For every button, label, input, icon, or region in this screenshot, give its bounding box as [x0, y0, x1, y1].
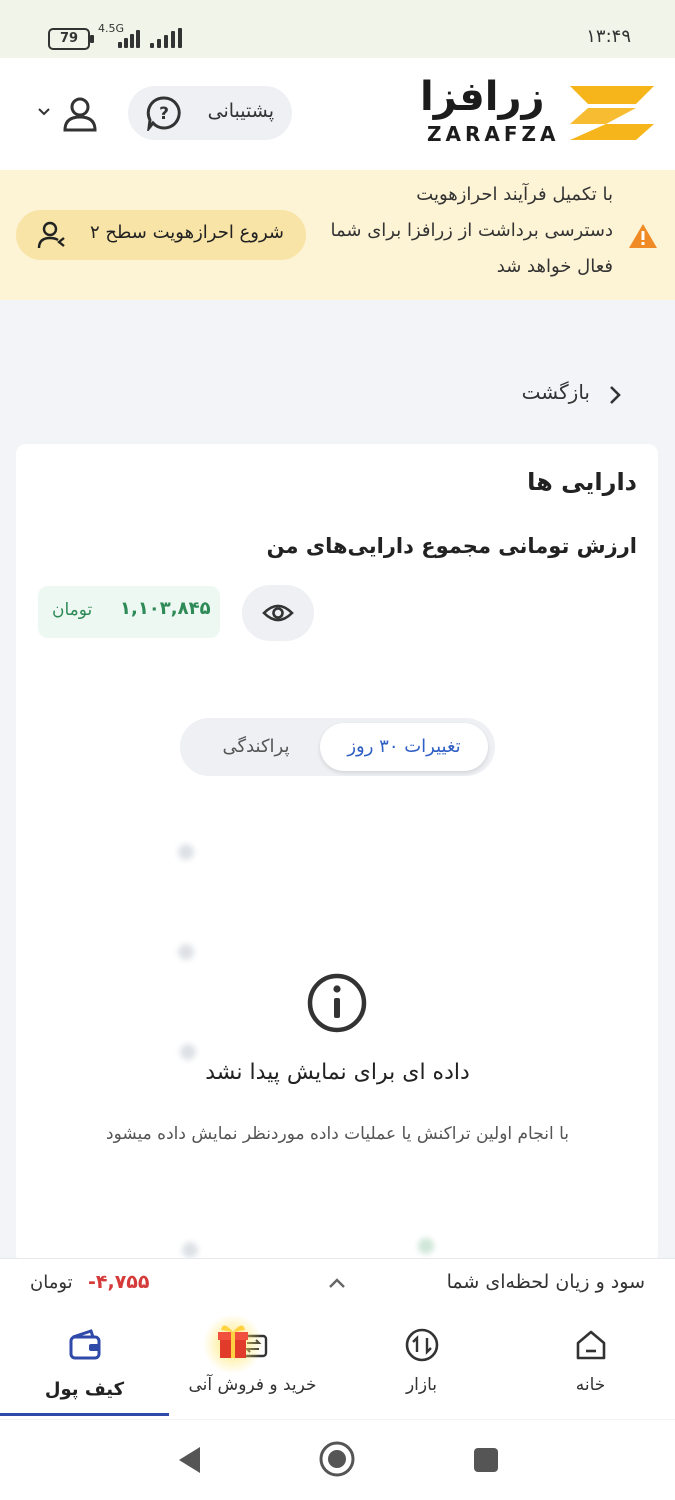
kyc-button-label: شروع احرازهویت سطح ۲ [90, 222, 284, 243]
exchange-icon [405, 1328, 438, 1362]
active-tab-indicator [0, 1413, 169, 1416]
system-home-icon[interactable] [318, 1440, 356, 1478]
nav-wallet[interactable]: کیف پول [0, 1309, 169, 1419]
amount-unit: تومان [52, 600, 93, 620]
eye-icon [262, 604, 294, 622]
pnl-summary-bar[interactable]: سود و زیان لحظه‌ای شما -۴,۷۵۵ تومان [0, 1258, 675, 1310]
nav-home[interactable]: خانه [506, 1309, 675, 1419]
back-button[interactable]: بازگشت [500, 372, 630, 416]
banner-text-line3: فعال خواهد شد [496, 256, 613, 277]
total-amount-badge: تومان ۱,۱۰۳,۸۴۵ [38, 586, 220, 638]
total-value-title: ارزش تومانی مجموع دارایی‌های من [266, 534, 637, 558]
start-kyc-level2-button[interactable]: شروع احرازهویت سطح ۲ [16, 210, 306, 260]
wallet-icon [69, 1329, 100, 1360]
placeholder-dot [180, 1044, 196, 1060]
battery-indicator: 79 [48, 28, 94, 50]
back-label: بازگشت [521, 380, 590, 404]
warning-icon [629, 224, 657, 248]
support-button[interactable]: پشتیبانی ? [128, 86, 292, 140]
placeholder-dot [178, 844, 194, 860]
chat-help-icon: ? [146, 96, 181, 131]
signal-icon-2 [148, 26, 184, 48]
placeholder-dot [178, 944, 194, 960]
assets-title: دارایی ها [527, 468, 637, 496]
nav-market-label: بازار [405, 1375, 438, 1395]
pnl-label: سود و زیان لحظه‌ای شما [446, 1271, 645, 1293]
placeholder-dot [418, 1238, 434, 1254]
chart-tabs: تغییرات ۳۰ روز پراکندگی [180, 718, 495, 776]
toggle-visibility-button[interactable] [242, 585, 314, 641]
signal-icon [104, 26, 144, 48]
gift-icon[interactable] [200, 1312, 270, 1376]
nav-market[interactable]: بازار [337, 1309, 506, 1419]
tab-30-day-changes[interactable]: تغییرات ۳۰ روز [320, 723, 488, 771]
zarafza-logo-icon [570, 86, 654, 140]
empty-state-title: داده ای برای نمایش پیدا نشد [205, 1060, 470, 1085]
pnl-unit: تومان [30, 1272, 73, 1293]
nav-trade-label: خرید و فروش آنی [188, 1375, 317, 1395]
nav-wallet-label: کیف پول [44, 1379, 125, 1400]
support-label: پشتیبانی [207, 100, 274, 122]
add-user-icon [37, 221, 65, 249]
logo-text-fa: زرافزا [420, 74, 545, 120]
system-navigation-bar [0, 1420, 675, 1500]
info-icon [307, 973, 367, 1033]
amount-value: ۱,۱۰۳,۸۴۵ [120, 598, 211, 619]
pnl-value: -۴,۷۵۵ [88, 1271, 150, 1293]
chevron-up-icon[interactable] [326, 1275, 348, 1291]
placeholder-dot [182, 1242, 198, 1258]
logo-text-en: ZARAFZA [427, 122, 560, 146]
system-back-icon[interactable] [176, 1444, 204, 1476]
bottom-navigation: خانه بازار خرید و فروش آنی کیف پول [0, 1309, 675, 1419]
empty-state-subtitle: با انجام اولین تراکنش یا عملیات داده مور… [106, 1124, 569, 1144]
banner-text-line2: دسترسی برداشت از زرافزا برای شما [330, 220, 614, 241]
chevron-down-icon[interactable] [36, 104, 52, 120]
chevron-right-icon [610, 386, 621, 404]
system-recents-icon[interactable] [472, 1446, 500, 1474]
nav-home-label: خانه [575, 1375, 606, 1395]
banner-text-line1: با تکمیل فرآیند احرازهویت [416, 184, 613, 205]
home-icon [576, 1330, 605, 1360]
tab-distribution[interactable]: پراکندگی [196, 723, 316, 771]
user-profile-icon[interactable] [60, 94, 100, 134]
svg-text:?: ? [159, 104, 169, 124]
clock: ۱۳:۴۹ [586, 26, 631, 47]
